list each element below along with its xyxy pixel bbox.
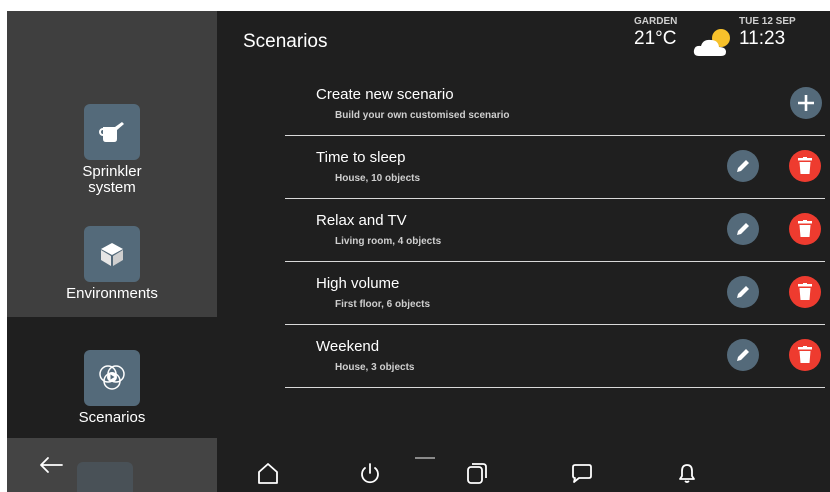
watering-can-icon xyxy=(84,104,140,160)
drag-handle[interactable] xyxy=(415,457,435,459)
weather-location: GARDEN xyxy=(634,16,678,27)
sidebar-item-label: Scenarios xyxy=(78,409,146,426)
create-scenario-title: Create new scenario xyxy=(316,86,454,103)
pencil-icon xyxy=(737,160,749,172)
scenario-title: Weekend xyxy=(316,338,380,355)
power-icon[interactable] xyxy=(357,460,383,486)
scenario-row[interactable]: Time to sleep House, 10 objects xyxy=(285,136,825,199)
scenario-title: High volume xyxy=(316,275,400,292)
scenario-subtitle: First floor, 6 objects xyxy=(335,299,431,310)
sidebar-item-label: Environments xyxy=(66,285,158,302)
delete-scenario-button[interactable] xyxy=(789,339,821,371)
trash-icon xyxy=(798,346,812,363)
screen: Sprinkler system Environments Scenarios … xyxy=(7,11,830,492)
delete-scenario-button[interactable] xyxy=(789,276,821,308)
sidebar-item-label: system xyxy=(88,179,136,196)
scenario-row[interactable]: Weekend House, 3 objects xyxy=(285,325,825,388)
edit-scenario-button[interactable] xyxy=(727,150,759,182)
scenario-title: Relax and TV xyxy=(316,212,407,229)
scenario-play-icon xyxy=(84,350,140,406)
bell-icon[interactable] xyxy=(674,460,700,486)
scenario-title: Time to sleep xyxy=(316,149,406,166)
partly-cloudy-icon xyxy=(693,29,730,56)
trash-icon xyxy=(798,283,812,300)
multi-window-icon[interactable] xyxy=(464,460,490,486)
delete-scenario-button[interactable] xyxy=(789,213,821,245)
create-scenario-row[interactable]: Create new scenario Build your own custo… xyxy=(285,73,825,136)
clock-time: 11:23 xyxy=(739,28,786,49)
sidebar-item-environments[interactable]: Environments xyxy=(7,226,217,302)
pencil-icon xyxy=(737,349,749,361)
page-title: Scenarios xyxy=(243,31,328,52)
partial-sidebar-tile xyxy=(77,462,133,492)
cube-icon xyxy=(84,226,140,282)
scenario-row[interactable]: High volume First floor, 6 objects xyxy=(285,262,825,325)
back-arrow-icon[interactable] xyxy=(38,455,64,475)
sidebar-item-sprinkler-system[interactable]: Sprinkler system xyxy=(7,104,217,196)
create-scenario-subtitle: Build your own customised scenario xyxy=(335,110,510,121)
sidebar-item-scenarios[interactable]: Scenarios xyxy=(7,317,217,438)
home-icon[interactable] xyxy=(255,460,281,486)
pencil-icon xyxy=(737,286,749,298)
edit-scenario-button[interactable] xyxy=(727,339,759,371)
scenario-subtitle: House, 10 objects xyxy=(335,173,421,184)
scenario-subtitle: Living room, 4 objects xyxy=(335,236,442,247)
trash-icon xyxy=(798,220,812,237)
add-scenario-button[interactable] xyxy=(790,87,822,119)
scenario-row[interactable]: Relax and TV Living room, 4 objects xyxy=(285,199,825,262)
edit-scenario-button[interactable] xyxy=(727,213,759,245)
edit-scenario-button[interactable] xyxy=(727,276,759,308)
plus-icon xyxy=(798,95,814,111)
sidebar-item-label: Sprinkler xyxy=(82,163,142,180)
trash-icon xyxy=(798,157,812,174)
date-label: TUE 12 SEP xyxy=(739,16,796,27)
message-icon[interactable] xyxy=(569,460,595,486)
weather-temperature: 21°C xyxy=(634,28,677,49)
pencil-icon xyxy=(737,223,749,235)
delete-scenario-button[interactable] xyxy=(789,150,821,182)
scenario-subtitle: House, 3 objects xyxy=(335,362,415,373)
